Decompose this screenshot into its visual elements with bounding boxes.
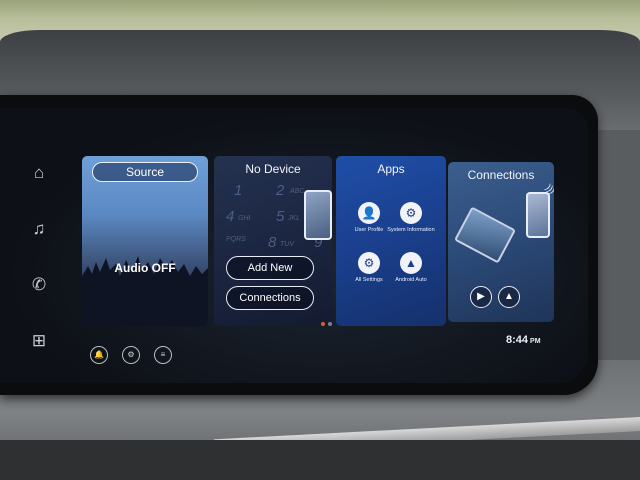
concert-crowd-image [82,256,208,326]
apps-tile-title: Apps [377,162,405,176]
dashboard-shadow [0,440,640,480]
smartphone-icon [304,190,332,240]
phone-tile[interactable]: No Device 1 2 ABC 4 GHI 5 JKL PQRS 8 TUV… [214,156,332,326]
page-indicator [321,322,332,326]
source-button[interactable]: Source [92,162,198,182]
source-tile[interactable]: Source Audio OFF [82,156,208,326]
apps-tile[interactable]: Apps 👤 User Profile ⚙ System Information… [336,156,446,326]
audio-status: Audio OFF [114,261,176,275]
keypad-letters: JKL [288,215,301,222]
clock-ampm: PM [530,338,541,345]
connections-tile-title: Connections [467,168,535,182]
carplay-button[interactable]: ▶ [470,286,492,308]
keypad-digit: 8 [268,234,277,251]
system-information-icon: ⚙ [400,202,422,224]
keypad-letters: GHI [238,215,251,222]
keypad-digit: 2 [276,182,285,199]
app-label: System Information [387,227,435,233]
home-icon[interactable]: ⌂ [24,158,54,188]
connections-tile[interactable]: Connections ))) ▶ ▲ [448,162,554,322]
keypad-digit: 4 [226,208,235,225]
keypad-letters: ABC [290,188,305,195]
android-auto-button[interactable]: ▲ [498,286,520,308]
sliders-icon[interactable]: ≡ [154,346,172,364]
user-profile-icon: 👤 [358,202,380,224]
infotainment-screen: ⌂ ♫ ✆ ⊞ Source Audio OFF No Device 1 2 A… [0,108,588,383]
tablet-icon [454,206,516,264]
clock-time: 8:44 [506,334,529,346]
add-new-button[interactable]: Add New [226,256,314,280]
keypad-letters: TUV [280,241,294,248]
app-system-information[interactable]: ⚙ System Information [386,202,436,233]
app-android-auto[interactable]: ▲ Android Auto [386,252,436,283]
keypad-digit: 5 [276,208,285,225]
phone-tile-title: No Device [245,162,301,176]
app-grid-icon[interactable]: ⊞ [24,326,54,356]
gear-icon: ⚙ [358,252,380,274]
side-nav: ⌂ ♫ ✆ ⊞ [24,158,56,382]
keypad-digit: 1 [234,182,243,199]
music-note-icon[interactable]: ♫ [24,214,54,244]
smartphone-icon [526,192,550,238]
clock: 8:44 PM [506,334,541,346]
page-dot [328,322,332,326]
page-dot-active [321,322,325,326]
settings-icon[interactable]: ⚙ [122,346,140,364]
app-label: Android Auto [395,277,427,283]
notification-icon[interactable]: 🔔 [90,346,108,364]
phone-icon[interactable]: ✆ [24,270,54,300]
keypad-letters: PQRS [226,236,246,243]
android-auto-icon: ▲ [400,252,422,274]
connections-button[interactable]: Connections [226,286,314,310]
